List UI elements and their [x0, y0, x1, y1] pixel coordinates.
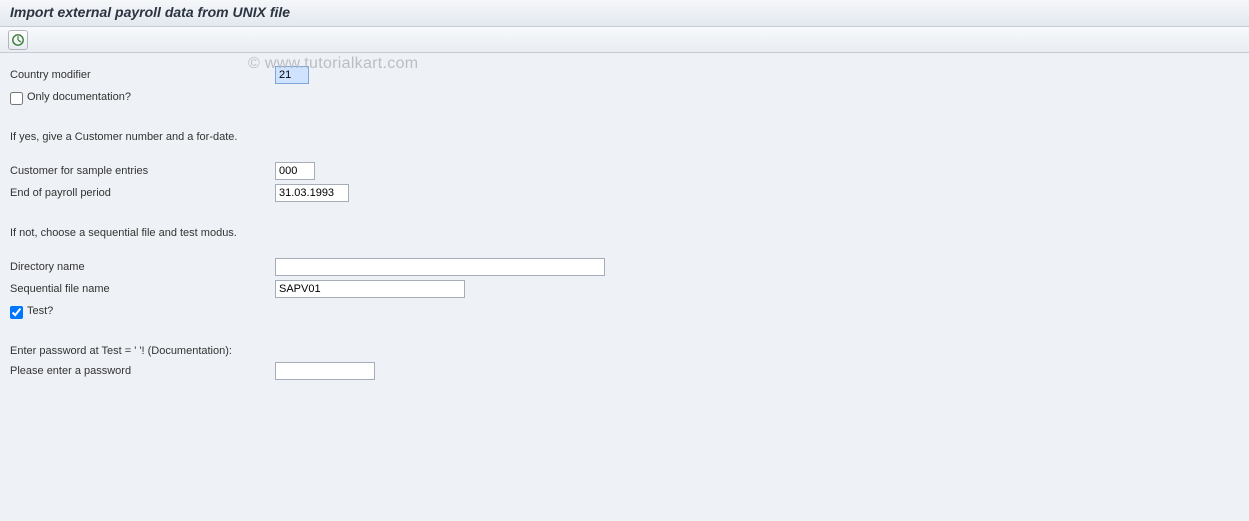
window-title: Import external payroll data from UNIX f… — [10, 4, 290, 20]
row-only-documentation: Only documentation? — [10, 87, 1239, 107]
input-country-modifier[interactable] — [275, 66, 309, 84]
section-text-1: If yes, give a Customer number and a for… — [10, 131, 1239, 143]
label-password: Please enter a password — [10, 365, 275, 377]
input-password[interactable] — [275, 362, 375, 380]
checkbox-only-documentation[interactable] — [10, 92, 23, 105]
row-directory: Directory name — [10, 257, 1239, 277]
label-customer-sample: Customer for sample entries — [10, 165, 275, 177]
content-area: © www.tutorialkart.com Country modifier … — [0, 53, 1249, 395]
row-seq-file: Sequential file name — [10, 279, 1239, 299]
section-text-2: If not, choose a sequential file and tes… — [10, 227, 1239, 239]
section-text-3: Enter password at Test = ' '! (Documenta… — [10, 345, 1239, 357]
window-titlebar: Import external payroll data from UNIX f… — [0, 0, 1249, 27]
row-customer-sample: Customer for sample entries — [10, 161, 1239, 181]
label-only-documentation: Only documentation? — [27, 91, 131, 103]
label-directory: Directory name — [10, 261, 275, 273]
row-country-modifier: Country modifier — [10, 65, 1239, 85]
input-directory[interactable] — [275, 258, 605, 276]
execute-button[interactable] — [8, 30, 28, 50]
input-seq-file[interactable] — [275, 280, 465, 298]
row-test: Test? — [10, 301, 1239, 321]
label-end-payroll: End of payroll period — [10, 187, 275, 199]
checkbox-test[interactable] — [10, 306, 23, 319]
label-test: Test? — [27, 305, 53, 317]
row-end-payroll: End of payroll period — [10, 183, 1239, 203]
label-country-modifier: Country modifier — [10, 69, 275, 81]
execute-icon — [11, 33, 25, 47]
input-end-payroll[interactable] — [275, 184, 349, 202]
row-password: Please enter a password — [10, 361, 1239, 381]
app-toolbar — [0, 27, 1249, 53]
label-seq-file: Sequential file name — [10, 283, 275, 295]
input-customer-sample[interactable] — [275, 162, 315, 180]
